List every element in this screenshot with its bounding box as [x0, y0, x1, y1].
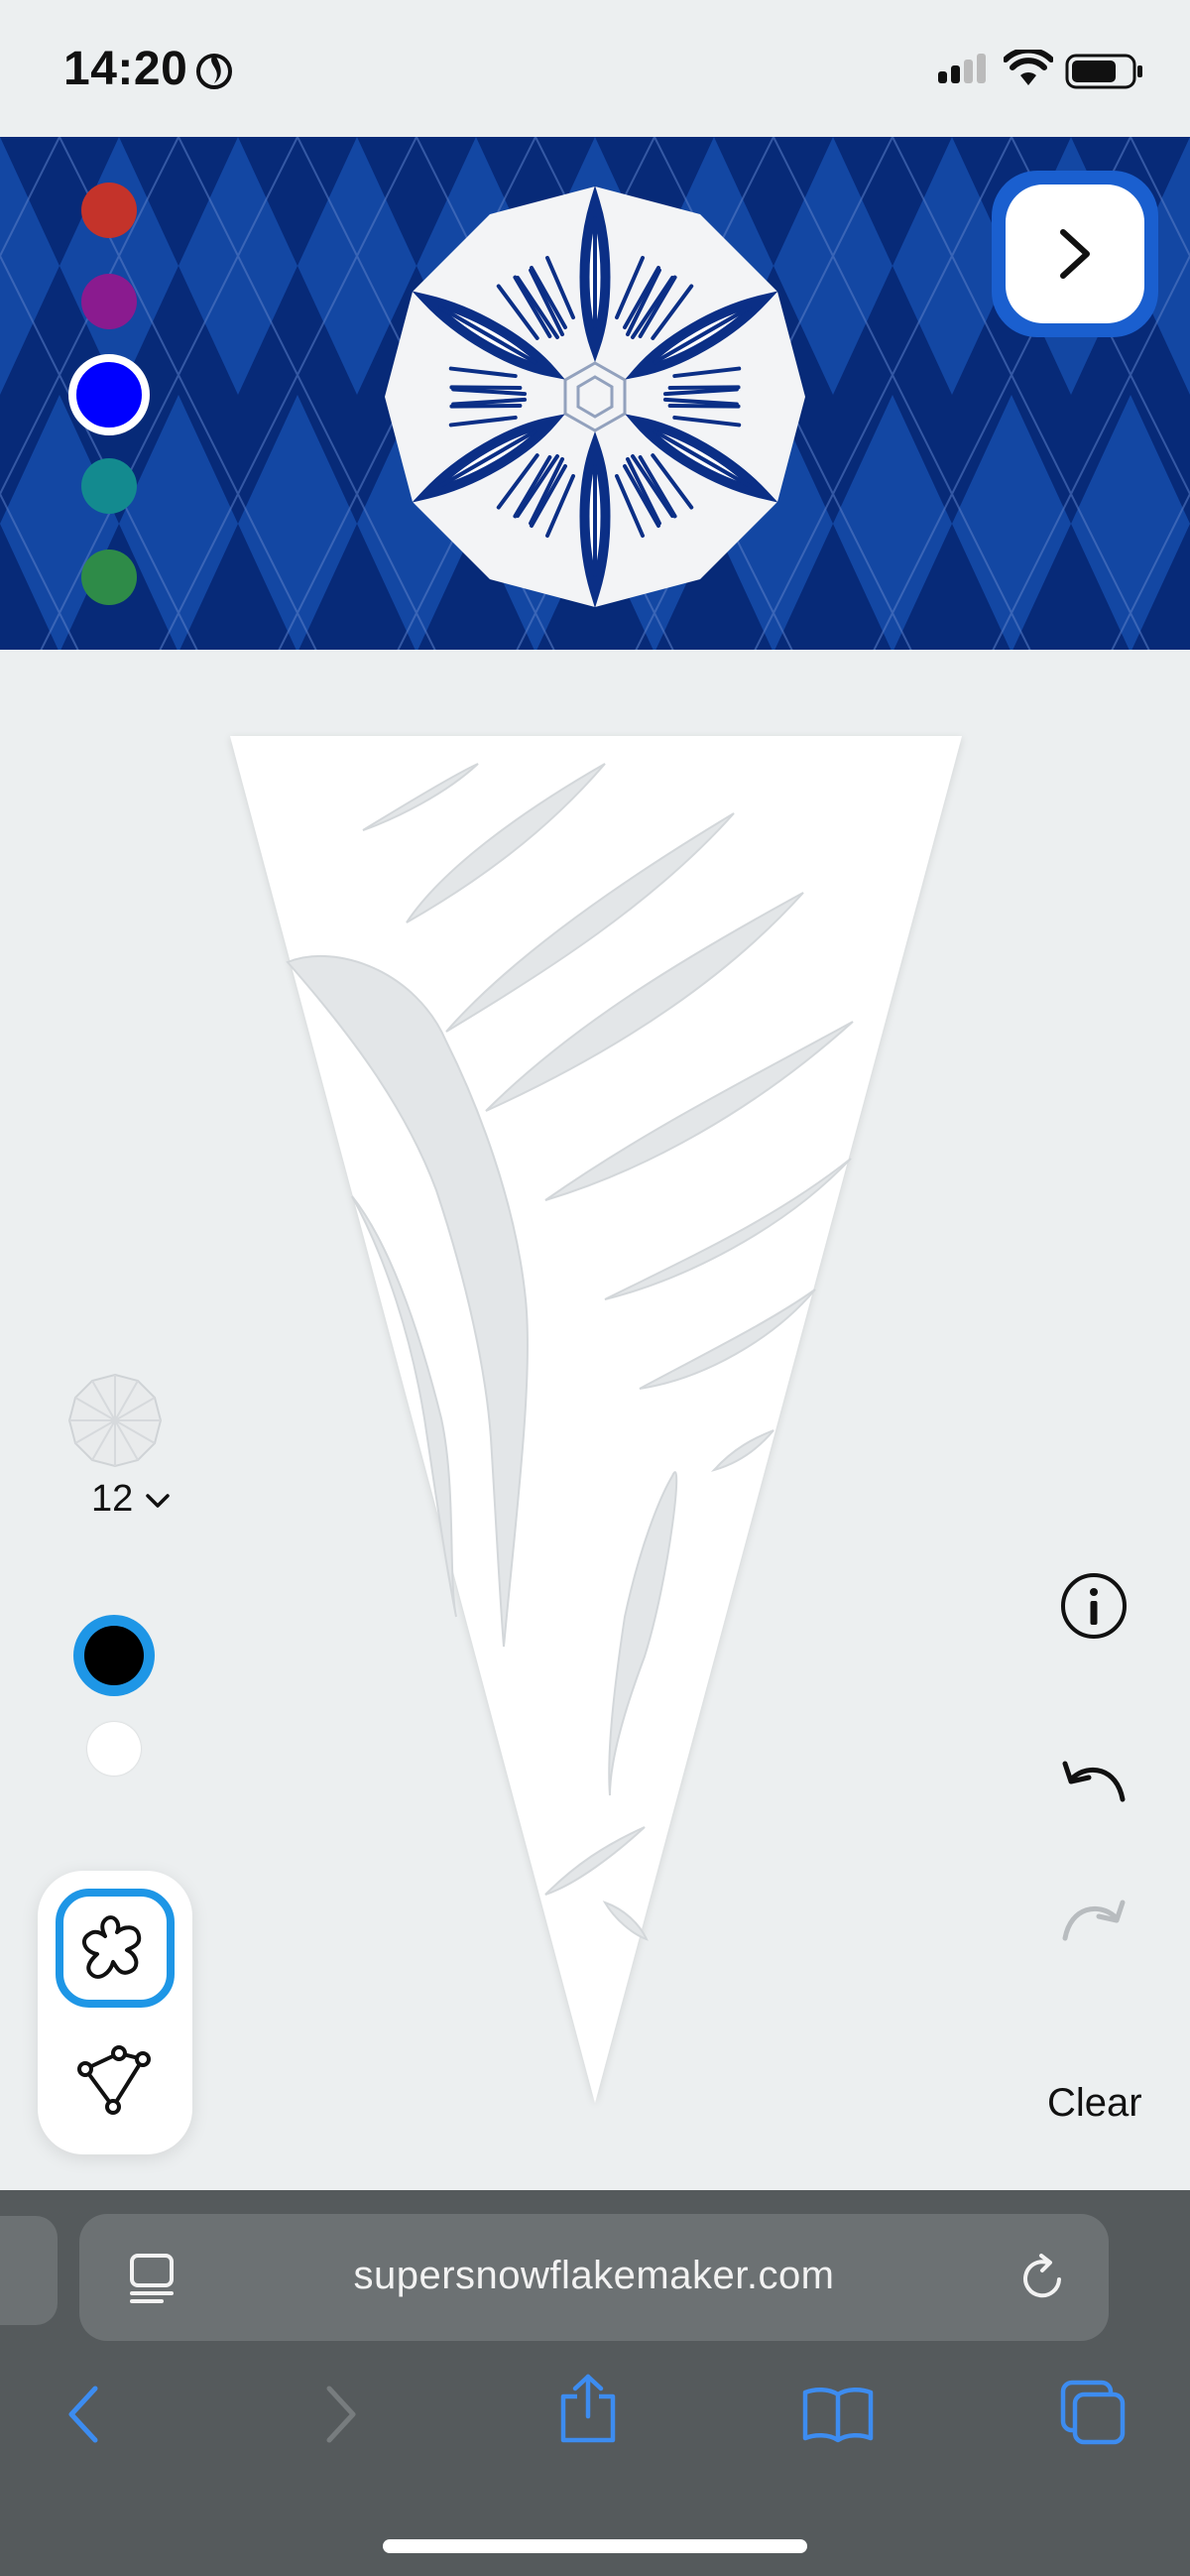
swatch-teal[interactable] — [81, 458, 137, 514]
cut-color-black[interactable] — [73, 1615, 155, 1696]
redo-button[interactable] — [1059, 1895, 1129, 1959]
tabs-icon[interactable] — [1059, 2379, 1127, 2451]
swatch-blue[interactable] — [68, 354, 150, 435]
info-icon — [1061, 1573, 1127, 1639]
polygon-shape-icon — [77, 2045, 151, 2115]
polygon-tool-button[interactable] — [56, 2020, 175, 2139]
reload-icon[interactable] — [1017, 2252, 1069, 2310]
swatch-green[interactable] — [81, 550, 137, 605]
battery-icon — [1065, 54, 1144, 94]
swatch-red[interactable] — [81, 183, 137, 238]
undo-button[interactable] — [1059, 1756, 1129, 1820]
preview-banner — [0, 137, 1190, 650]
paper-wedge-canvas[interactable] — [218, 724, 972, 2113]
chevron-right-icon — [1060, 229, 1090, 279]
freehand-shape-icon — [81, 1915, 142, 1979]
cut-color-white[interactable] — [87, 1722, 141, 1776]
flame-icon — [194, 48, 234, 96]
wifi-icon — [1003, 47, 1054, 92]
forward-icon[interactable] — [319, 2383, 363, 2451]
previous-tab-stub[interactable] — [0, 2216, 58, 2325]
address-bar[interactable]: supersnowflakemaker.com — [79, 2214, 1109, 2341]
snowflake-preview — [385, 184, 805, 609]
bookmarks-icon[interactable] — [801, 2385, 875, 2449]
home-indicator — [383, 2539, 807, 2553]
status-bar: 14:20 — [0, 0, 1190, 137]
info-button[interactable] — [1059, 1571, 1129, 1646]
clear-button[interactable]: Clear — [1047, 2081, 1142, 2126]
back-icon[interactable] — [61, 2383, 105, 2451]
freehand-tool-button[interactable] — [56, 1889, 175, 2008]
fold-preview-icon[interactable] — [67, 1373, 163, 1473]
black-dot — [84, 1626, 144, 1685]
status-time: 14:20 — [63, 43, 188, 95]
browser-toolbar: supersnowflakemaker.com — [0, 2190, 1190, 2576]
undo-icon — [1062, 1761, 1126, 1802]
fold-count-label[interactable]: 12 — [91, 1478, 133, 1521]
swatch-purple[interactable] — [81, 274, 137, 329]
share-icon[interactable] — [557, 2373, 619, 2449]
chevron-down-icon[interactable] — [145, 1492, 171, 1515]
cellular-signal-icon — [938, 52, 990, 92]
next-button[interactable] — [1006, 184, 1144, 323]
tool-panel — [38, 1871, 192, 2154]
redo-icon — [1062, 1900, 1126, 1941]
url-text[interactable]: supersnowflakemaker.com — [79, 2254, 1109, 2298]
